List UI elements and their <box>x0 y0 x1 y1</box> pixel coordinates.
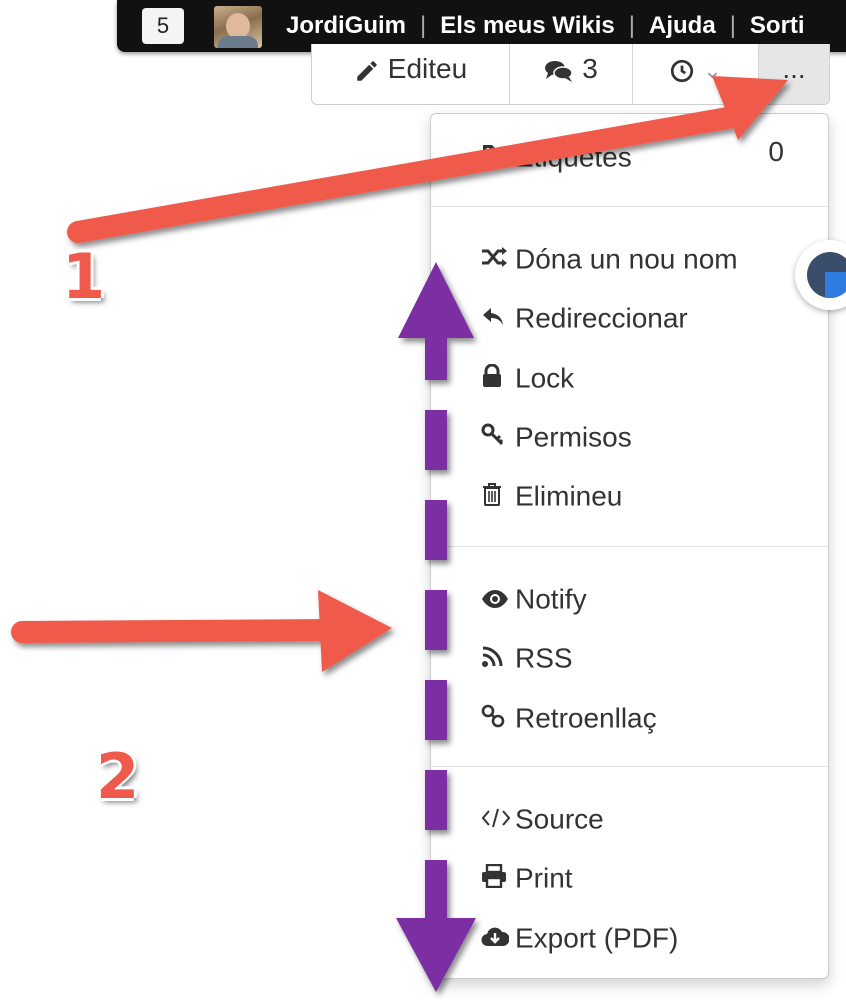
username-link[interactable]: JordiGuim <box>286 12 406 39</box>
history-caret: ⌄ <box>703 58 722 83</box>
menu-item-label: Notify <box>515 583 587 615</box>
menu-item-label: Print <box>515 862 573 894</box>
cloud-download-icon <box>481 919 515 959</box>
menu-item-rss[interactable]: RSS <box>481 637 573 677</box>
assistant-icon <box>807 252 846 298</box>
comments-icon <box>545 60 573 82</box>
step-number-2: 2 <box>96 740 140 813</box>
menu-item-label: Redireccionar <box>515 302 688 334</box>
more-actions-dropdown: Etiquetes 0 Dóna un nou nom Redirecciona… <box>430 113 829 979</box>
menu-item-label: Retroenllaç <box>515 702 657 734</box>
tags-count: 0 <box>768 136 784 167</box>
my-wikis-link[interactable]: Els meus Wikis <box>440 12 615 39</box>
trash-icon <box>481 477 515 517</box>
menu-item-rename[interactable]: Dóna un nou nom <box>481 238 738 278</box>
annotation-arrow-2 <box>11 590 392 672</box>
menu-item-print[interactable]: Print <box>481 857 573 897</box>
menu-item-export-pdf[interactable]: Export (PDF) <box>481 917 678 957</box>
reply-icon <box>481 299 515 339</box>
avatar[interactable] <box>214 6 262 48</box>
step-number-1: 1 <box>62 240 106 313</box>
more-label: ... <box>782 53 806 84</box>
menu-divider <box>431 206 828 207</box>
menu-divider <box>431 766 828 767</box>
history-button[interactable]: ⌄ <box>633 44 759 104</box>
comments-count: 3 <box>582 53 598 84</box>
menu-item-lock[interactable]: Lock <box>481 357 574 397</box>
print-icon <box>481 859 515 899</box>
menu-divider <box>431 546 828 547</box>
key-icon <box>481 418 515 458</box>
menu-item-notify[interactable]: Notify <box>481 578 587 618</box>
menu-item-permissions[interactable]: Permisos <box>481 416 632 456</box>
pencil-icon <box>357 60 377 81</box>
help-link[interactable]: Ajuda <box>649 12 716 39</box>
menu-item-source[interactable]: Source <box>481 798 604 838</box>
menu-item-label: Elimineu <box>515 480 623 512</box>
menu-item-delete[interactable]: Elimineu <box>481 475 622 515</box>
rss-icon <box>481 639 515 679</box>
menu-item-label: Export (PDF) <box>515 922 679 954</box>
menu-item-label: RSS <box>515 642 573 674</box>
lock-icon <box>481 359 515 399</box>
menu-item-label: Lock <box>515 362 575 394</box>
comments-button[interactable]: 3 <box>510 44 633 104</box>
tag-icon <box>481 138 515 178</box>
edit-label: Editeu <box>387 53 468 84</box>
code-icon <box>481 800 515 840</box>
logout-link[interactable]: Sorti <box>750 12 805 39</box>
menu-item-label: Etiquetes <box>515 141 632 173</box>
menu-item-tags[interactable]: Etiquetes <box>481 136 632 176</box>
shuffle-icon <box>481 240 515 280</box>
eye-icon <box>481 580 515 620</box>
more-actions-button[interactable]: ... <box>759 44 829 104</box>
menu-item-redirect[interactable]: Redireccionar <box>481 297 688 337</box>
menu-item-label: Dóna un nou nom <box>515 243 738 275</box>
menu-item-label: Source <box>515 803 604 835</box>
link-icon <box>481 699 515 739</box>
menu-item-label: Permisos <box>515 421 632 453</box>
clock-icon <box>671 59 694 82</box>
menu-item-backlinks[interactable]: Retroenllaç <box>481 697 657 737</box>
notifications-badge[interactable]: 5 <box>142 8 184 44</box>
page-toolbar: Editeu 3 ⌄ ... <box>311 44 830 105</box>
edit-button[interactable]: Editeu <box>312 44 510 104</box>
